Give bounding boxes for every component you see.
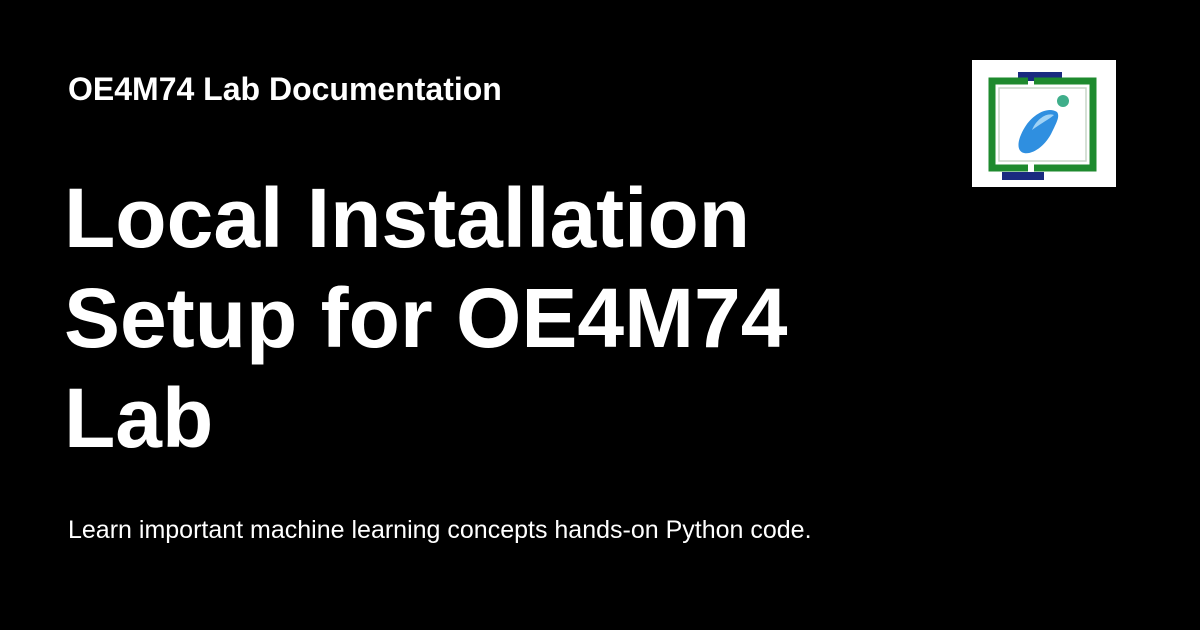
lab-logo — [972, 60, 1116, 187]
lab-logo-icon — [988, 72, 1097, 180]
site-name: OE4M74 Lab Documentation — [68, 71, 502, 107]
page-title: Local Installation Setup for OE4M74 Lab — [64, 171, 788, 465]
page-description: Learn important machine learning concept… — [68, 516, 812, 544]
